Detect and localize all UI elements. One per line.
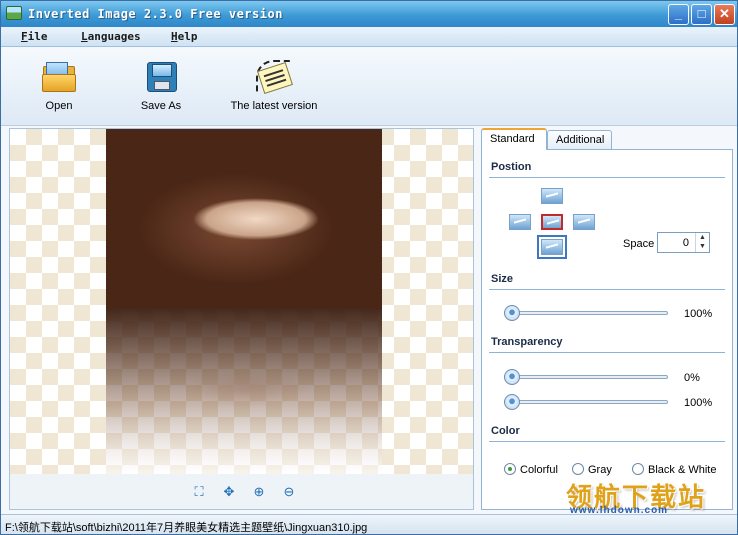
divider xyxy=(489,177,725,178)
menu-languages[interactable]: Languages xyxy=(81,30,141,43)
news-icon xyxy=(256,60,293,95)
view-toolbar: ⛶ ✥ ⊕ ⊖ xyxy=(10,481,473,503)
fit-to-window-icon[interactable]: ⛶ xyxy=(190,483,208,501)
slider-track xyxy=(504,311,668,315)
divider xyxy=(489,352,725,353)
reflection-image xyxy=(106,309,382,474)
latest-version-button[interactable]: The latest version xyxy=(230,60,318,112)
settings-panel: Standard Additional Postion Space 0 ▲ ▼ … xyxy=(481,128,733,510)
actual-size-icon[interactable]: ✥ xyxy=(220,483,238,501)
divider xyxy=(489,441,725,442)
file-path: F:\领航下载站\soft\bizhi\2011年7月养眼美女精选主题壁纸\Ji… xyxy=(5,522,368,534)
slider-thumb[interactable] xyxy=(504,369,520,385)
color-option-label: Gray xyxy=(588,464,612,476)
menu-help[interactable]: Help xyxy=(171,30,198,43)
color-colorful-radio[interactable]: Colorful xyxy=(504,463,558,476)
size-value: 100% xyxy=(684,308,713,320)
site-watermark: 领航下载站 www.lhdown.com xyxy=(566,477,736,516)
tab-additional[interactable]: Additional xyxy=(547,130,612,150)
status-bar: F:\领航下载站\soft\bizhi\2011年7月养眼美女精选主题壁纸\Ji… xyxy=(1,514,737,534)
slider-thumb[interactable] xyxy=(504,305,520,321)
color-option-label: Black & White xyxy=(648,464,717,476)
window-title: Inverted Image 2.3.0 Free version xyxy=(28,7,283,21)
standard-tab-content: Postion Space 0 ▲ ▼ Size 100% Transparen… xyxy=(481,149,733,510)
save-as-label: Save As xyxy=(140,100,182,112)
toolbar: Open Save As The latest version xyxy=(1,48,737,126)
maximize-button[interactable]: □ xyxy=(691,4,712,25)
space-spin-arrows: ▲ ▼ xyxy=(695,233,709,252)
color-gray-radio[interactable]: Gray xyxy=(572,463,612,476)
slider-track xyxy=(504,400,668,404)
size-title: Size xyxy=(491,273,514,285)
slider-track xyxy=(504,375,668,379)
position-center-button[interactable] xyxy=(541,214,563,230)
menu-file[interactable]: File xyxy=(21,30,48,43)
slider-thumb[interactable] xyxy=(504,394,520,410)
spin-up-icon[interactable]: ▲ xyxy=(696,233,709,242)
radio-dot xyxy=(504,463,516,475)
space-value: 0 xyxy=(682,237,689,249)
menu-bar: File Languages Help xyxy=(1,27,737,47)
minimize-button[interactable]: _ xyxy=(668,4,689,25)
space-label: Space xyxy=(623,238,655,250)
position-top-button[interactable] xyxy=(541,188,563,204)
transparency-end-slider[interactable] xyxy=(504,393,668,411)
close-button[interactable]: ✕ xyxy=(714,4,735,25)
preview-panel: ⛶ ✥ ⊕ ⊖ xyxy=(9,128,474,510)
transparency-end-value: 100% xyxy=(684,397,713,409)
app-window: Inverted Image 2.3.0 Free version _ □ ✕ … xyxy=(0,0,738,535)
position-bottom-button[interactable] xyxy=(537,235,567,259)
transparency-checkerboard xyxy=(10,129,473,474)
latest-version-label: The latest version xyxy=(230,100,318,112)
transparency-start-value: 0% xyxy=(684,372,700,384)
folder-open-icon xyxy=(41,60,77,94)
tab-standard[interactable]: Standard xyxy=(481,128,547,150)
original-image xyxy=(106,129,382,309)
open-label: Open xyxy=(45,100,73,112)
size-slider[interactable] xyxy=(504,304,668,322)
transparency-start-slider[interactable] xyxy=(504,368,668,386)
zoom-out-icon[interactable]: ⊖ xyxy=(280,483,298,501)
color-title: Color xyxy=(491,425,520,437)
app-icon xyxy=(6,6,22,20)
title-bar[interactable]: Inverted Image 2.3.0 Free version _ □ ✕ xyxy=(1,1,737,27)
watermark-url: www.lhdown.com xyxy=(570,505,669,516)
color-option-label: Colorful xyxy=(520,464,558,476)
color-black-white-radio[interactable]: Black & White xyxy=(632,463,716,476)
radio-dot xyxy=(632,463,644,475)
preview-image xyxy=(106,129,382,474)
save-as-button[interactable]: Save As xyxy=(139,60,183,112)
open-button[interactable]: Open xyxy=(39,60,79,112)
transparency-title: Transparency xyxy=(491,336,563,348)
divider xyxy=(489,289,725,290)
floppy-disk-icon xyxy=(143,60,179,94)
space-stepper[interactable]: 0 ▲ ▼ xyxy=(657,232,710,253)
position-left-button[interactable] xyxy=(509,214,531,230)
position-title: Postion xyxy=(491,161,532,173)
radio-dot xyxy=(572,463,584,475)
spin-down-icon[interactable]: ▼ xyxy=(696,242,709,251)
zoom-in-icon[interactable]: ⊕ xyxy=(250,483,268,501)
position-right-button[interactable] xyxy=(573,214,595,230)
